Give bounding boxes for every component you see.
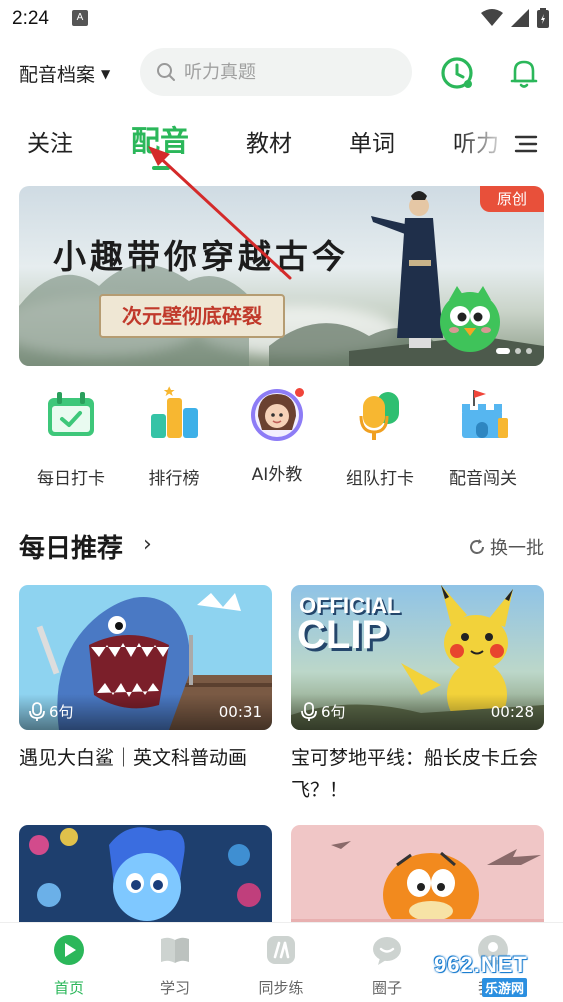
sync-practice-icon <box>267 936 295 964</box>
nav-sync-practice[interactable]: 同步练 <box>236 933 326 998</box>
tab-words[interactable]: 单词 <box>349 124 395 158</box>
quick-entry-label: 组队打卡 <box>346 469 414 489</box>
chat-bubble-icon <box>373 937 401 965</box>
notification-dot <box>295 388 304 397</box>
quick-entry-daily-checkin[interactable]: 每日打卡 <box>19 386 123 489</box>
profile-dropdown[interactable]: 配音档案 ▼ <box>19 60 110 87</box>
video-title: 遇见大白鲨｜英文科普动画 <box>19 747 248 769</box>
nav-home[interactable]: 首页 <box>24 933 114 998</box>
status-time: 2:24 <box>12 8 49 29</box>
video-thumbnail: OFFICIAL CLIP 6句 00:28 <box>291 585 544 730</box>
chevron-right-icon[interactable]: › <box>143 532 152 557</box>
profile-dropdown-label: 配音档案 <box>19 64 96 86</box>
active-tab-indicator <box>152 166 170 170</box>
sentence-count: 6句 <box>29 701 74 722</box>
video-thumbnail: 6句 00:31 <box>19 585 272 730</box>
video-thumbnail <box>19 825 272 925</box>
quick-entry-row: 每日打卡 排行榜 AI外教 组队打卡 配音闯关 <box>0 386 563 496</box>
tab-textbook[interactable]: 教材 <box>246 124 292 158</box>
video-duration: 00:31 <box>218 703 262 721</box>
site-watermark: 962.NET 乐游网 <box>424 950 559 1000</box>
video-card[interactable]: 6句 00:31 遇见大白鲨｜英文科普动画 <box>19 585 272 774</box>
status-bar: 2:24 A <box>0 0 563 38</box>
carousel-dot <box>515 348 521 354</box>
carousel-dot <box>526 348 532 354</box>
quick-entry-label: 排行榜 <box>148 469 200 489</box>
joy-character-illustration <box>29 827 261 921</box>
promo-banner[interactable]: 小趣带你穿越古今 次元壁彻底碎裂 原创 <box>19 186 544 366</box>
sentence-count: 6句 <box>301 701 346 722</box>
video-thumbnail <box>291 825 544 925</box>
watermark-text: 乐游网 <box>482 978 528 997</box>
quick-entry-team-checkin[interactable]: 组队打卡 <box>328 386 432 489</box>
refresh-label: 换一批 <box>490 538 544 559</box>
refresh-batch-button[interactable]: 换一批 <box>468 534 544 560</box>
video-duration: 00:28 <box>490 703 534 721</box>
quick-entry-label: 配音闯关 <box>449 469 517 489</box>
history-clock-icon[interactable] <box>438 54 476 92</box>
quick-entry-label: 每日打卡 <box>37 469 105 489</box>
status-icons <box>481 8 549 28</box>
channel-tabs: 关注 配音 教材 单词 听力 <box>0 118 563 174</box>
quick-entry-ai-teacher[interactable]: AI外教 <box>225 386 329 485</box>
home-play-icon <box>54 935 84 965</box>
signal-icon <box>511 9 529 27</box>
book-icon <box>161 937 189 963</box>
mic-icon <box>301 701 317 721</box>
notification-app-icon: A <box>72 10 88 26</box>
quick-entry-dubbing-challenge[interactable]: 配音闯关 <box>431 386 535 489</box>
refresh-icon <box>470 539 484 554</box>
watermark-number: 962.NET <box>434 952 528 977</box>
original-badge: 原创 <box>480 186 544 212</box>
bell-icon[interactable] <box>505 54 543 92</box>
menu-icon[interactable] <box>514 132 538 156</box>
recommend-section-header: 每日推荐 › 换一批 <box>19 528 544 568</box>
video-card[interactable] <box>291 825 544 925</box>
carousel-dot <box>496 348 510 354</box>
ai-teacher-avatar-icon <box>248 386 306 444</box>
quick-entry-label: AI外教 <box>251 465 303 485</box>
tab-follow[interactable]: 关注 <box>27 124 73 158</box>
search-input[interactable] <box>184 61 384 83</box>
leaderboard-icon <box>151 386 198 438</box>
sentence-count-label: 6句 <box>321 703 346 721</box>
nav-label: 同步练 <box>258 979 304 997</box>
banner-title: 小趣带你穿越古今 <box>53 237 349 276</box>
tab-dubbing[interactable]: 配音 <box>131 118 189 160</box>
nav-community[interactable]: 圈子 <box>342 933 432 998</box>
carousel-dots <box>496 348 532 354</box>
banner-subtitle: 次元壁彻底碎裂 <box>99 294 285 338</box>
nav-label: 圈子 <box>371 979 402 997</box>
battery-icon <box>537 8 549 28</box>
mic-icon <box>29 701 45 721</box>
nav-label: 学习 <box>159 979 190 997</box>
nav-label: 首页 <box>53 979 84 997</box>
calendar-check-icon <box>48 392 94 436</box>
sentence-count-label: 6句 <box>49 703 74 721</box>
wifi-icon <box>481 9 503 26</box>
section-title[interactable]: 每日推荐 <box>19 528 123 565</box>
video-title: 宝可梦地平线：船长皮卡丘会飞？！ <box>291 747 539 801</box>
video-card[interactable]: OFFICIAL CLIP 6句 00:28 宝可梦地平线：船长皮卡丘会飞？！ <box>291 585 544 806</box>
nav-study[interactable]: 学习 <box>130 933 220 998</box>
garfield-character-illustration <box>291 841 544 925</box>
green-owl-mascot-icon <box>440 286 500 352</box>
quick-entry-leaderboard[interactable]: 排行榜 <box>122 386 226 489</box>
caret-down-icon: ▼ <box>101 66 111 81</box>
video-card[interactable] <box>19 825 272 925</box>
top-header: 配音档案 ▼ <box>0 46 563 100</box>
team-mic-icon <box>359 392 399 440</box>
search-bar[interactable] <box>140 48 412 96</box>
search-icon <box>157 63 175 81</box>
castle-flag-icon <box>462 390 508 438</box>
